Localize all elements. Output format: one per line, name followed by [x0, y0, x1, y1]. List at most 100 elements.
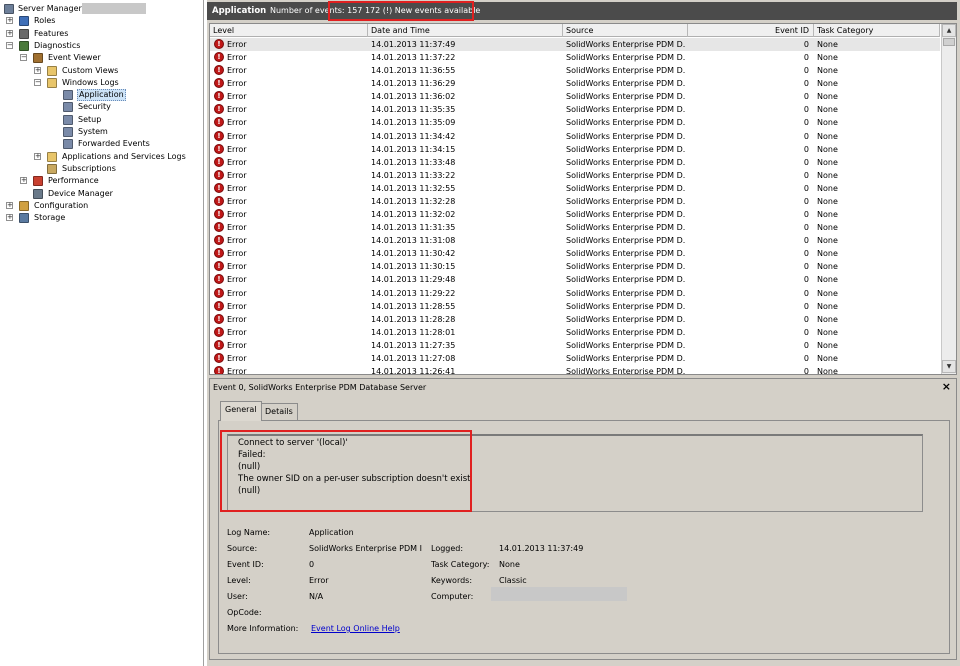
tree-item-configuration[interactable]: + Configuration — [0, 200, 203, 212]
bottom-edge — [207, 660, 960, 666]
cell-source: SolidWorks Enterprise PDM D... — [566, 92, 685, 102]
roles-icon — [19, 16, 29, 27]
table-row[interactable]: ! Error 14.01.2013 11:32:28 SolidWorks Ente… — [210, 195, 940, 208]
error-icon: ! — [214, 91, 224, 102]
table-row[interactable]: ! Error 14.01.2013 11:27:35 SolidWorks Ente… — [210, 339, 940, 352]
tree-item-roles[interactable]: + Roles — [0, 15, 203, 27]
tree-item-label: Diagnostics — [34, 40, 81, 50]
column-header-date-and-time[interactable]: Date and Time — [368, 24, 563, 37]
tree-item-security[interactable]: Security — [0, 101, 203, 113]
cell-source: SolidWorks Enterprise PDM D... — [566, 249, 685, 259]
table-row[interactable]: ! Error 14.01.2013 11:34:42 SolidWorks Ente… — [210, 130, 940, 143]
column-header-level[interactable]: Level — [210, 24, 368, 37]
table-row[interactable]: ! Error 14.01.2013 11:28:01 SolidWorks Ente… — [210, 326, 940, 339]
table-row[interactable]: ! Error 14.01.2013 11:34:15 SolidWorks Ente… — [210, 143, 940, 156]
table-row[interactable]: ! Error 14.01.2013 11:36:55 SolidWorks Ente… — [210, 64, 940, 77]
tree-item-subscriptions[interactable]: Subscriptions — [0, 163, 203, 175]
error-icon: ! — [214, 117, 224, 128]
events-grid[interactable]: Level Date and Time Source Event ID Task Cat… — [209, 23, 957, 375]
table-row[interactable]: ! Error 14.01.2013 11:37:49 SolidWorks Ente… — [210, 38, 940, 52]
tree-item-applications-and-services-logs[interactable]: + Applications and Services Logs — [0, 151, 203, 163]
expand-icon[interactable]: + — [34, 152, 41, 160]
table-row[interactable]: ! Error 14.01.2013 11:29:48 SolidWorks Ente… — [210, 273, 940, 286]
expand-icon[interactable]: + — [6, 214, 13, 222]
cell-category: None — [817, 301, 838, 311]
tree-item-system[interactable]: System — [0, 126, 203, 138]
cell-id: 0 — [803, 196, 809, 206]
column-header-source[interactable]: Source — [563, 24, 688, 37]
table-row[interactable]: ! Error 14.01.2013 11:31:08 SolidWorks Ente… — [210, 234, 940, 247]
tree-item-custom-views[interactable]: + Custom Views — [0, 65, 203, 77]
table-row[interactable]: ! Error 14.01.2013 11:37:22 SolidWorks Ente… — [210, 51, 940, 64]
tree-item-performance[interactable]: + Performance — [0, 175, 203, 187]
cell-id: 0 — [803, 275, 809, 285]
tree-item-storage[interactable]: + Storage — [0, 212, 203, 224]
table-row[interactable]: ! Error 14.01.2013 11:32:55 SolidWorks Ente… — [210, 182, 940, 195]
table-row[interactable]: ! Error 14.01.2013 11:29:22 SolidWorks Ente… — [210, 287, 940, 300]
collapse-icon[interactable]: − — [34, 78, 41, 86]
table-row[interactable]: ! Error 14.01.2013 11:33:22 SolidWorks Ente… — [210, 169, 940, 182]
cell-category: None — [817, 196, 838, 206]
tree-item-forwarded-events[interactable]: Forwarded Events — [0, 138, 203, 150]
cell-level: Error — [227, 183, 247, 193]
close-icon[interactable]: × — [942, 381, 951, 393]
table-row[interactable]: ! Error 14.01.2013 11:32:02 SolidWorks Ente… — [210, 208, 940, 221]
scroll-thumb[interactable] — [943, 38, 955, 46]
grid-vertical-scrollbar[interactable]: ▲ ▼ — [941, 24, 956, 374]
expand-icon[interactable]: + — [6, 29, 13, 37]
table-row[interactable]: ! Error 14.01.2013 11:31:35 SolidWorks Ente… — [210, 221, 940, 234]
table-row[interactable]: ! Error 14.01.2013 11:28:55 SolidWorks Ente… — [210, 300, 940, 313]
cell-source: SolidWorks Enterprise PDM D... — [566, 236, 685, 246]
tree-item-label: Setup — [78, 114, 102, 124]
cell-source: SolidWorks Enterprise PDM D... — [566, 183, 685, 193]
cell-level: Error — [227, 53, 247, 63]
tab-details[interactable]: Details — [260, 403, 298, 420]
column-header-task-category[interactable]: Task Category — [814, 24, 940, 37]
logged-label: Logged: — [431, 544, 464, 553]
error-icon: ! — [214, 39, 224, 49]
table-row[interactable]: ! Error 14.01.2013 11:36:29 SolidWorks Ente… — [210, 77, 940, 90]
cell-category: None — [817, 53, 838, 63]
cell-level: Error — [227, 353, 247, 363]
expand-icon[interactable]: + — [6, 17, 13, 25]
expand-icon[interactable]: + — [20, 177, 27, 185]
table-row[interactable]: ! Error 14.01.2013 11:26:41 SolidWorks Ente… — [210, 365, 940, 374]
scroll-down-arrow-icon[interactable]: ▼ — [942, 360, 956, 373]
tree-item-application[interactable]: Application — [0, 89, 203, 102]
cell-id: 0 — [803, 92, 809, 102]
cell-category: None — [817, 144, 838, 154]
table-row[interactable]: ! Error 14.01.2013 11:33:48 SolidWorks Ente… — [210, 156, 940, 169]
computer-label: Computer: — [431, 592, 474, 601]
log-name-label: Log Name: — [227, 528, 271, 537]
collapse-icon[interactable]: − — [20, 54, 27, 62]
tree-item-diagnostics[interactable]: − Diagnostics — [0, 40, 203, 52]
cell-level: Error — [227, 210, 247, 220]
column-header-event-id[interactable]: Event ID — [688, 24, 814, 37]
configuration-icon — [19, 200, 29, 211]
tree-item-setup[interactable]: Setup — [0, 114, 203, 126]
tree-item-event-viewer[interactable]: − Event Viewer — [0, 52, 203, 64]
table-row[interactable]: ! Error 14.01.2013 11:35:09 SolidWorks Ente… — [210, 116, 940, 129]
table-row[interactable]: ! Error 14.01.2013 11:35:35 SolidWorks Ente… — [210, 103, 940, 116]
table-row[interactable]: ! Error 14.01.2013 11:30:42 SolidWorks Ente… — [210, 247, 940, 260]
table-row[interactable]: ! Error 14.01.2013 11:30:15 SolidWorks Ente… — [210, 260, 940, 273]
table-row[interactable]: ! Error 14.01.2013 11:28:28 SolidWorks Ente… — [210, 313, 940, 326]
event-log-online-help-link[interactable]: Event Log Online Help — [311, 624, 400, 633]
error-icon: ! — [214, 222, 224, 233]
cell-source: SolidWorks Enterprise PDM D... — [566, 340, 685, 350]
tree-item-device-manager[interactable]: Device Manager — [0, 188, 203, 200]
table-row[interactable]: ! Error 14.01.2013 11:27:08 SolidWorks Ente… — [210, 352, 940, 365]
cell-level: Error — [227, 327, 247, 337]
scroll-up-arrow-icon[interactable]: ▲ — [942, 24, 956, 37]
cell-level: Error — [227, 92, 247, 102]
tree-item-label: Windows Logs — [62, 77, 119, 87]
table-row[interactable]: ! Error 14.01.2013 11:36:02 SolidWorks Ente… — [210, 90, 940, 103]
expand-icon[interactable]: + — [34, 66, 41, 74]
collapse-icon[interactable]: − — [6, 41, 13, 49]
performance-icon — [33, 176, 43, 187]
cell-category: None — [817, 236, 838, 246]
tab-general[interactable]: General — [220, 401, 262, 421]
tree-item-windows-logs[interactable]: − Windows Logs — [0, 77, 203, 89]
tree-item-features[interactable]: + Features — [0, 28, 203, 40]
expand-icon[interactable]: + — [6, 201, 13, 209]
